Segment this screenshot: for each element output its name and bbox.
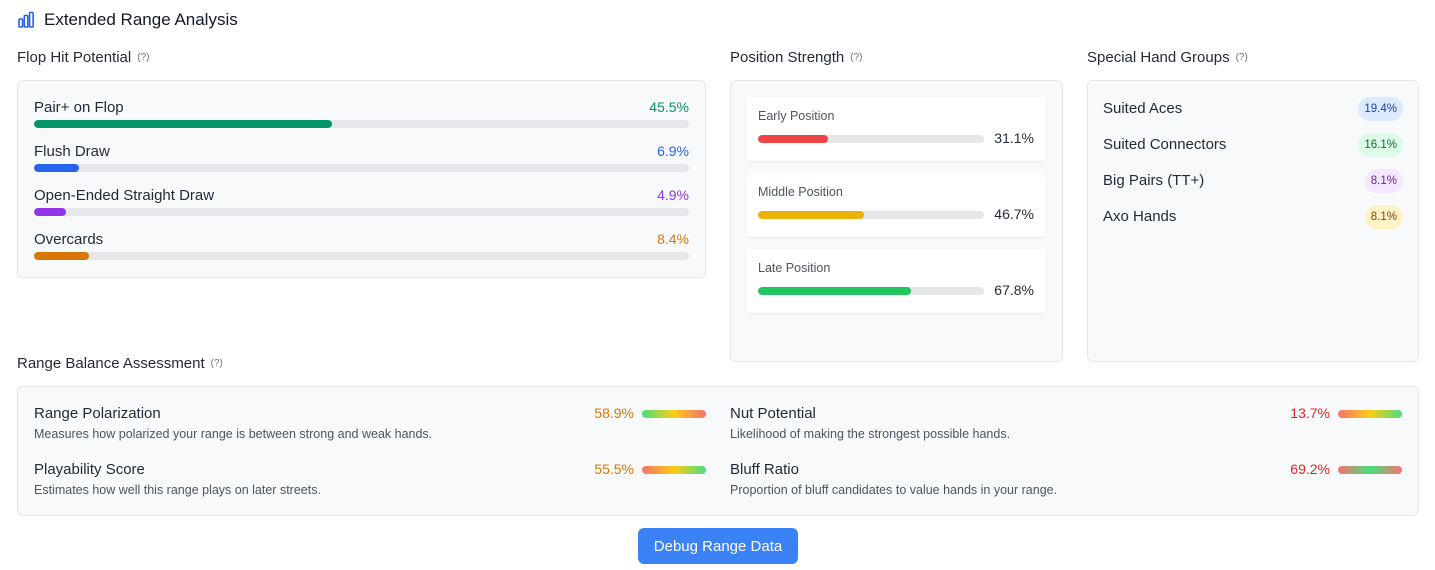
flop-fill bbox=[34, 252, 90, 260]
flop-row: Flush Draw 6.9% bbox=[34, 143, 689, 173]
position-fill bbox=[758, 211, 864, 219]
flop-row: Pair+ on Flop 45.5% bbox=[34, 99, 689, 129]
flop-value: 4.9% bbox=[657, 187, 689, 203]
balance-card: Range Polarization Measures how polarize… bbox=[17, 386, 1419, 516]
balance-gradient-bar bbox=[1338, 466, 1402, 474]
balance-description: Estimates how well this range plays on l… bbox=[34, 483, 321, 497]
flop-track bbox=[34, 164, 689, 172]
flop-fill bbox=[34, 120, 333, 128]
hand-group-badge: 19.4% bbox=[1358, 97, 1403, 121]
special-section-title: Special Hand Groups (?) bbox=[1087, 49, 1248, 66]
position-section-title: Position Strength (?) bbox=[730, 49, 862, 66]
flop-help-icon[interactable]: (?) bbox=[137, 52, 149, 63]
balance-item: Nut Potential Likelihood of making the s… bbox=[730, 405, 1402, 449]
flop-row: Overcards 8.4% bbox=[34, 231, 689, 261]
balance-value: 69.2% bbox=[1290, 461, 1330, 477]
flop-card: Pair+ on Flop 45.5% Flush Draw 6.9% Open… bbox=[17, 80, 706, 278]
hand-group-badge: 8.1% bbox=[1364, 205, 1403, 229]
flop-title: Flop Hit Potential bbox=[17, 49, 132, 66]
position-value: 31.1% bbox=[994, 130, 1034, 146]
balance-description: Likelihood of making the strongest possi… bbox=[730, 427, 1011, 441]
balance-label: Bluff Ratio bbox=[730, 461, 799, 478]
special-card: Suited Aces 19.4% Suited Connectors 16.1… bbox=[1087, 80, 1419, 362]
position-fill bbox=[758, 135, 829, 143]
hand-group-row: Suited Aces 19.4% bbox=[1103, 97, 1403, 121]
hand-group-row: Suited Connectors 16.1% bbox=[1103, 133, 1403, 157]
flop-label: Flush Draw bbox=[34, 143, 110, 160]
position-label: Late Position bbox=[758, 261, 831, 275]
flop-section-title: Flop Hit Potential (?) bbox=[17, 49, 149, 66]
position-fill bbox=[758, 287, 912, 295]
hand-group-label: Axo Hands bbox=[1103, 208, 1177, 225]
balance-description: Measures how polarized your range is bet… bbox=[34, 427, 433, 441]
balance-gradient-bar bbox=[1338, 410, 1402, 418]
flop-label: Overcards bbox=[34, 231, 104, 248]
flop-fill bbox=[34, 208, 67, 216]
balance-label: Nut Potential bbox=[730, 405, 816, 422]
flop-label: Open-Ended Straight Draw bbox=[34, 187, 215, 204]
flop-track bbox=[34, 120, 689, 128]
flop-value: 45.5% bbox=[649, 99, 689, 115]
position-track bbox=[758, 135, 984, 143]
balance-title: Range Balance Assessment bbox=[17, 355, 205, 372]
balance-section-title: Range Balance Assessment (?) bbox=[17, 355, 223, 372]
position-card: Early Position 31.1% Middle Position 46.… bbox=[730, 80, 1063, 362]
special-title: Special Hand Groups bbox=[1087, 49, 1230, 66]
flop-value: 8.4% bbox=[657, 231, 689, 247]
hand-group-row: Axo Hands 8.1% bbox=[1103, 205, 1403, 229]
balance-description: Proportion of bluff candidates to value … bbox=[730, 483, 1058, 497]
position-track bbox=[758, 287, 984, 295]
balance-item: Bluff Ratio Proportion of bluff candidat… bbox=[730, 461, 1402, 505]
bar-chart-icon bbox=[17, 11, 35, 29]
hand-group-badge: 8.1% bbox=[1364, 169, 1403, 193]
position-item: Middle Position 46.7% bbox=[746, 173, 1046, 237]
balance-value: 58.9% bbox=[594, 405, 634, 421]
position-label: Middle Position bbox=[758, 185, 843, 199]
flop-track bbox=[34, 208, 689, 216]
balance-help-icon[interactable]: (?) bbox=[211, 358, 223, 369]
special-help-icon[interactable]: (?) bbox=[1236, 52, 1248, 63]
flop-label: Pair+ on Flop bbox=[34, 99, 124, 116]
position-value: 67.8% bbox=[994, 282, 1034, 298]
balance-item: Range Polarization Measures how polarize… bbox=[34, 405, 706, 449]
hand-group-label: Big Pairs (TT+) bbox=[1103, 172, 1205, 189]
balance-value: 55.5% bbox=[594, 461, 634, 477]
flop-track bbox=[34, 252, 689, 260]
balance-value: 13.7% bbox=[1290, 405, 1330, 421]
flop-value: 6.9% bbox=[657, 143, 689, 159]
position-title: Position Strength bbox=[730, 49, 845, 66]
hand-group-label: Suited Aces bbox=[1103, 100, 1183, 117]
position-item: Early Position 31.1% bbox=[746, 97, 1046, 161]
position-item: Late Position 67.8% bbox=[746, 249, 1046, 313]
balance-gradient-bar bbox=[642, 410, 706, 418]
page-header: Extended Range Analysis bbox=[17, 8, 238, 32]
hand-group-badge: 16.1% bbox=[1358, 133, 1403, 157]
balance-label: Range Polarization bbox=[34, 405, 161, 422]
balance-item: Playability Score Estimates how well thi… bbox=[34, 461, 706, 505]
position-value: 46.7% bbox=[994, 206, 1034, 222]
hand-group-label: Suited Connectors bbox=[1103, 136, 1227, 153]
position-track bbox=[758, 211, 984, 219]
position-help-icon[interactable]: (?) bbox=[850, 52, 862, 63]
hand-group-row: Big Pairs (TT+) 8.1% bbox=[1103, 169, 1403, 193]
balance-gradient-bar bbox=[642, 466, 706, 474]
flop-fill bbox=[34, 164, 80, 172]
balance-label: Playability Score bbox=[34, 461, 145, 478]
debug-range-data-button[interactable]: Debug Range Data bbox=[638, 528, 798, 564]
page-title: Extended Range Analysis bbox=[44, 10, 238, 29]
position-label: Early Position bbox=[758, 109, 835, 123]
flop-row: Open-Ended Straight Draw 4.9% bbox=[34, 187, 689, 217]
